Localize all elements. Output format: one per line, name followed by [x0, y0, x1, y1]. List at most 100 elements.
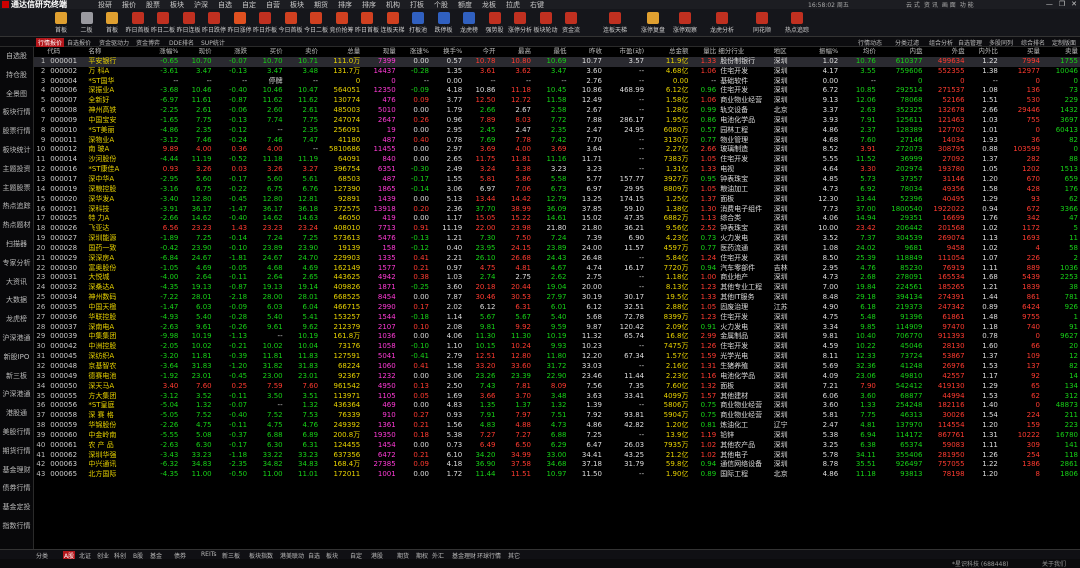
table-row[interactable]: 1 000001 平安银行 -0.65 10.70 -0.07 10.70 10.71 111.…: [34, 56, 1080, 67]
table-row[interactable]: 2 000002 万 科A -3.61 3.47 -0.13 3.47 3.48 131.7万 1…: [34, 67, 1080, 77]
column-header[interactable]: 均价: [840, 47, 878, 57]
table-row[interactable]: 27 000036 华联控股 -4.93 5.40 -0.28 5.40 5.41 153257…: [34, 313, 1080, 323]
table-cell[interactable]: 南 玻A: [88, 145, 143, 155]
table-cell[interactable]: 000019: [47, 185, 88, 195]
about-link[interactable]: 关于我们: [1042, 559, 1066, 568]
column-header[interactable]: 卖量: [1042, 47, 1080, 57]
column-header[interactable]: 涨跌: [214, 47, 249, 57]
table-row[interactable]: 26 000035 中国天楹 -1.47 6.03 -0.09 6.03 6.04 466715…: [34, 303, 1080, 313]
table-cell[interactable]: 深科技: [88, 205, 143, 215]
table-cell[interactable]: 中国天楹: [88, 303, 143, 313]
table-cell[interactable]: 德赛电池: [88, 372, 143, 382]
table-cell[interactable]: 000034: [47, 293, 88, 303]
table-cell[interactable]: 深华发A: [88, 195, 143, 205]
table-row[interactable]: 21 000029 深深房A -6.84 24.67 -1.81 24.67 24.70 229…: [34, 254, 1080, 264]
tab[interactable]: 自选报价: [67, 38, 91, 47]
table-cell[interactable]: 中金岭南: [88, 431, 143, 441]
column-header[interactable]: 换手%: [431, 47, 464, 57]
column-header[interactable]: 总量: [320, 47, 362, 57]
sidebar-item[interactable]: 板块统计: [0, 141, 33, 160]
sidebar-item[interactable]: 期货行情: [0, 442, 33, 461]
table-cell[interactable]: 深 赛 格: [88, 411, 143, 421]
table-cell[interactable]: 全新好: [88, 96, 143, 106]
table-cell[interactable]: 000001: [47, 56, 89, 67]
close-icon[interactable]: ✕: [1071, 0, 1077, 8]
title-link[interactable]: 功 能: [960, 0, 974, 9]
table-cell[interactable]: 富奥股份: [88, 264, 143, 274]
sidebar-item[interactable]: 热点追踪: [0, 197, 33, 216]
sidebar-item[interactable]: 沪深港通: [0, 385, 33, 404]
tab[interactable]: SUP统计: [201, 38, 225, 47]
toolbar-button[interactable]: 涨停观察: [668, 12, 702, 34]
table-cell[interactable]: 农 产 品: [88, 441, 143, 451]
table-cell[interactable]: 京基智农: [88, 362, 143, 372]
tab[interactable]: 定制版面: [1052, 38, 1076, 47]
column-header[interactable]: 市盈(动): [604, 47, 646, 57]
bottom-tab[interactable]: REITs: [201, 551, 217, 558]
column-header[interactable]: 最高: [498, 47, 533, 57]
table-row[interactable]: 34 000050 深天马A 3.40 7.60 0.25 7.59 7.60 961542 49…: [34, 382, 1080, 392]
column-header[interactable]: 现价: [180, 47, 213, 57]
sidebar-item[interactable]: 港股通: [0, 404, 33, 423]
table-row[interactable]: 5 000007 全新好 -6.97 11.61 -0.87 11.62 11.62 13077…: [34, 96, 1080, 106]
table-row[interactable]: 29 000039 中集集团 -9.98 10.19 -1.13 -- 10.19 161.8万…: [34, 332, 1080, 342]
sidebar-item[interactable]: 债券行情: [0, 479, 33, 498]
sidebar-item[interactable]: 大资讯: [0, 273, 33, 292]
table-row[interactable]: 42 000063 中兴通讯 -6.32 34.83 -2.35 34.82 34.83 168…: [34, 460, 1080, 470]
table-cell[interactable]: 深振业A: [88, 86, 143, 96]
table-row[interactable]: 30 000042 中洲控股 -2.05 10.02 -0.21 10.02 10.04 731…: [34, 342, 1080, 352]
column-header[interactable]: 涨速%: [398, 47, 431, 57]
table-row[interactable]: 15 000020 深华发A -3.40 12.80 -0.45 12.80 12.81 928…: [34, 195, 1080, 205]
column-header[interactable]: 买量: [1000, 47, 1042, 57]
table-cell[interactable]: 深粮控股: [88, 185, 143, 195]
table-row[interactable]: 8 000010 *ST美丽 -4.86 2.35 -0.12 -- 2.35 256091 19…: [34, 126, 1080, 136]
table-row[interactable]: 13 000017 深中华A -2.95 5.60 -0.17 5.60 5.61 68503 4…: [34, 175, 1080, 185]
table-cell[interactable]: 000028: [47, 244, 88, 254]
tab[interactable]: 资金博弈: [136, 38, 160, 47]
table-cell[interactable]: 000027: [47, 234, 88, 244]
table-cell[interactable]: 000062: [47, 451, 88, 461]
table-row[interactable]: 4 000006 深振业A -3.68 10.46 -0.40 10.46 10.47 5640…: [34, 86, 1080, 96]
table-row[interactable]: 16 000021 深科技 -3.91 36.17 -1.47 36.17 36.18 3725…: [34, 205, 1080, 215]
tab[interactable]: 分类过滤: [895, 38, 919, 47]
table-cell[interactable]: 中洲控股: [88, 342, 143, 352]
toolbar-button[interactable]: 资金流: [554, 12, 588, 34]
column-header[interactable]: 总金额: [646, 47, 690, 57]
table-cell[interactable]: 000030: [47, 264, 88, 274]
toolbar-button[interactable]: 同花顺: [745, 12, 779, 34]
table-cell[interactable]: 000049: [47, 372, 88, 382]
table-cell[interactable]: 中国宝安: [88, 116, 143, 126]
table-cell[interactable]: 000016: [47, 165, 88, 175]
sidebar-item[interactable]: 美股行情: [0, 423, 33, 442]
sidebar-item[interactable]: 主题股票: [0, 179, 33, 198]
table-row[interactable]: 33 000049 德赛电池 -1.92 23.01 -0.45 23.00 23.01 923…: [34, 372, 1080, 382]
table-cell[interactable]: 000056: [47, 401, 88, 411]
table-cell[interactable]: 沙河股份: [88, 155, 143, 165]
table-cell[interactable]: 000010: [47, 126, 88, 136]
table-cell[interactable]: 000055: [47, 392, 88, 402]
table-row[interactable]: 19 000027 深圳能源 -1.89 7.25 -0.14 7.24 7.25 573613…: [34, 234, 1080, 244]
table-cell[interactable]: 深南电A: [88, 323, 143, 333]
table-cell[interactable]: 华联控股: [88, 313, 143, 323]
sidebar-item[interactable]: 新三板: [0, 367, 33, 386]
table-cell[interactable]: 000011: [47, 136, 88, 146]
table-row[interactable]: 36 000056 *ST皇庭 -5.04 1.32 -0.07 -- 1.32 436364 4…: [34, 401, 1080, 411]
column-header[interactable]: 涨幅%: [144, 47, 181, 57]
table-cell[interactable]: 000017: [47, 175, 88, 185]
tab[interactable]: 多股同列: [989, 38, 1013, 47]
table-cell[interactable]: 深物业A: [88, 136, 143, 146]
table-cell[interactable]: 000025: [47, 214, 88, 224]
table-cell[interactable]: 000059: [47, 421, 88, 431]
sidebar-item[interactable]: 新股IPO: [0, 348, 33, 367]
table-cell[interactable]: 000004: [47, 77, 88, 87]
table-row[interactable]: 25 000034 神州数码 -7.22 28.01 -2.18 28.00 28.01 668…: [34, 293, 1080, 303]
table-cell[interactable]: 000032: [47, 283, 88, 293]
table-row[interactable]: 40 000061 农 产 品 -2.63 6.30 -0.17 6.30 6.31 12445…: [34, 441, 1080, 451]
table-cell[interactable]: 000036: [47, 313, 88, 323]
tab[interactable]: DDE排名: [169, 38, 194, 47]
column-header[interactable]: 名称: [88, 47, 143, 57]
column-header[interactable]: 地区: [774, 47, 805, 57]
table-cell[interactable]: 000048: [47, 362, 88, 372]
tab[interactable]: 资金驱动力: [99, 38, 129, 47]
table-cell[interactable]: 000021: [47, 205, 88, 215]
